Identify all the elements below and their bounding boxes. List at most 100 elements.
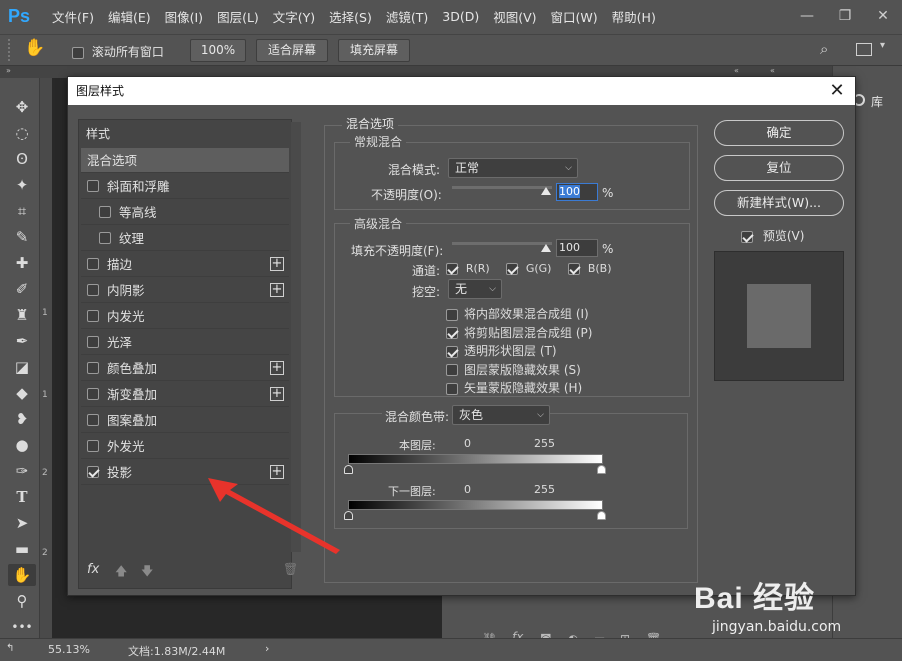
styles-header[interactable]: 样式 <box>86 125 110 142</box>
eyedropper-tool-icon[interactable]: ✎ <box>8 226 36 248</box>
delete-effect-icon[interactable]: 🗑 <box>283 562 298 576</box>
advanced-option-checkbox[interactable]: 图层蒙版隐藏效果 (S) <box>446 361 581 378</box>
blend-mode-select[interactable]: 正常 ⌵ <box>448 158 578 178</box>
move-tool-icon[interactable]: ✥ <box>8 96 36 118</box>
this-layer-gradient[interactable] <box>348 454 603 464</box>
search-icon[interactable]: ⌕ <box>820 40 828 58</box>
new-style-button[interactable]: 新建样式(W)... <box>714 190 844 216</box>
menu-item[interactable]: 滤镜(T) <box>382 7 438 26</box>
style-item[interactable]: 纹理 <box>81 226 289 251</box>
workspace-icon[interactable] <box>856 43 872 56</box>
style-checkbox[interactable] <box>87 258 99 270</box>
marquee-tool-icon[interactable]: ◌ <box>8 122 36 144</box>
this-layer-white-slider[interactable] <box>597 465 606 474</box>
style-item[interactable]: 等高线 <box>81 200 289 225</box>
opacity-slider-thumb[interactable] <box>541 187 551 195</box>
advanced-option-checkbox[interactable]: 矢量蒙版隐藏效果 (H) <box>446 379 582 396</box>
magic-wand-tool-icon[interactable]: ✦ <box>8 174 36 196</box>
menu-item[interactable]: 文字(Y) <box>269 7 325 26</box>
knockout-select[interactable]: 无 ⌵ <box>448 279 502 299</box>
style-item[interactable]: 内阴影 + <box>81 278 289 303</box>
style-checkbox[interactable] <box>87 336 99 348</box>
style-item[interactable]: 外发光 <box>81 434 289 459</box>
style-checkbox[interactable] <box>87 310 99 322</box>
hand-tool-icon[interactable]: ✋ <box>8 564 36 586</box>
brush-tool-icon[interactable]: ✐ <box>8 278 36 300</box>
close-window-icon[interactable]: ✕ <box>866 0 900 33</box>
hand-tool-icon[interactable]: ✋ <box>24 38 45 58</box>
style-checkbox[interactable] <box>87 362 99 374</box>
advanced-option-checkbox[interactable]: 将内部效果混合成组 (I) <box>446 305 589 322</box>
toolbox-mini-icon[interactable]: ↰ <box>6 643 14 654</box>
style-checkbox[interactable] <box>99 206 111 218</box>
ok-button[interactable]: 确定 <box>714 120 844 146</box>
collapse-icon[interactable]: « <box>770 66 775 75</box>
stamp-tool-icon[interactable]: ♜ <box>8 304 36 326</box>
channel-b-checkbox[interactable]: B(B) <box>568 261 612 275</box>
paint-bucket-icon[interactable]: ◆ <box>8 382 36 404</box>
add-effect-icon[interactable]: + <box>270 361 284 375</box>
add-effect-icon[interactable]: + <box>270 283 284 297</box>
advanced-option-checkbox[interactable]: 将剪贴图层混合成组 (P) <box>446 324 592 341</box>
advanced-option-checkbox[interactable]: 透明形状图层 (T) <box>446 342 557 359</box>
fill-screen-button[interactable]: 填充屏幕 <box>338 39 410 62</box>
close-icon[interactable]: ✕ <box>827 77 847 105</box>
menu-item[interactable]: 编辑(E) <box>104 7 161 26</box>
restore-icon[interactable]: ❐ <box>828 0 862 33</box>
zoom-100-button[interactable]: 100% <box>190 39 246 62</box>
menu-item[interactable]: 文件(F) <box>48 7 104 26</box>
blur-tool-icon[interactable]: ❥ <box>8 408 36 430</box>
move-up-icon[interactable]: 🡅 <box>115 562 127 583</box>
scroll-all-windows-checkbox[interactable]: 滚动所有窗口 <box>72 43 164 60</box>
fill-slider-thumb[interactable] <box>541 244 551 252</box>
style-checkbox[interactable] <box>87 440 99 452</box>
collapse-left-icon[interactable]: » <box>6 66 11 75</box>
this-layer-black-slider[interactable] <box>344 465 353 474</box>
fill-opacity-input[interactable]: 100 <box>556 239 598 257</box>
style-item[interactable]: 颜色叠加 + <box>81 356 289 381</box>
underlying-white-slider[interactable] <box>597 511 606 520</box>
menu-item[interactable]: 选择(S) <box>325 7 382 26</box>
underlying-gradient[interactable] <box>348 500 603 510</box>
minimize-icon[interactable]: — <box>790 0 824 33</box>
style-item[interactable]: 光泽 <box>81 330 289 355</box>
fit-screen-button[interactable]: 适合屏幕 <box>256 39 328 62</box>
style-item[interactable]: 描边 + <box>81 252 289 277</box>
chevron-down-icon[interactable]: ▾ <box>880 40 885 51</box>
underlying-black-slider[interactable] <box>344 511 353 520</box>
pen-tool-icon[interactable]: ✑ <box>8 460 36 482</box>
fx-menu-button[interactable]: fx <box>87 562 99 577</box>
opacity-slider-track[interactable] <box>452 186 552 189</box>
menu-item[interactable]: 帮助(H) <box>608 7 666 26</box>
library-label[interactable]: 库 <box>871 93 883 110</box>
style-item[interactable]: 斜面和浮雕 <box>81 174 289 199</box>
dodge-tool-icon[interactable]: ● <box>8 434 36 456</box>
move-down-icon[interactable]: 🡇 <box>141 562 153 583</box>
style-item[interactable]: 渐变叠加 + <box>81 382 289 407</box>
style-item[interactable]: 内发光 <box>81 304 289 329</box>
menu-item[interactable]: 3D(D) <box>438 9 489 24</box>
menu-item[interactable]: 视图(V) <box>489 7 546 26</box>
channel-g-checkbox[interactable]: G(G) <box>506 261 551 275</box>
more-tools-icon[interactable]: ••• <box>8 616 36 638</box>
rectangle-tool-icon[interactable]: ▬ <box>8 538 36 560</box>
style-item[interactable]: 图案叠加 <box>81 408 289 433</box>
add-effect-icon[interactable]: + <box>270 387 284 401</box>
channel-r-checkbox[interactable]: R(R) <box>446 261 490 275</box>
style-item[interactable]: 混合选项 <box>81 148 289 173</box>
eraser-tool-icon[interactable]: ◪ <box>8 356 36 378</box>
menu-item[interactable]: 窗口(W) <box>547 7 608 26</box>
menu-item[interactable]: 图层(L) <box>213 7 269 26</box>
style-checkbox[interactable] <box>87 388 99 400</box>
zoom-tool-icon[interactable]: ⚲ <box>8 590 36 612</box>
fill-slider-track[interactable] <box>452 242 552 245</box>
chevron-right-icon[interactable]: › <box>265 642 269 655</box>
style-checkbox[interactable] <box>87 180 99 192</box>
history-brush-icon[interactable]: ✒ <box>8 330 36 352</box>
crop-tool-icon[interactable]: ⌗ <box>8 200 36 222</box>
style-checkbox[interactable] <box>87 284 99 296</box>
style-checkbox[interactable] <box>87 466 99 478</box>
collapse-icon[interactable]: « <box>734 66 739 75</box>
type-tool-icon[interactable]: T <box>8 486 36 508</box>
menu-item[interactable]: 图像(I) <box>161 7 213 26</box>
